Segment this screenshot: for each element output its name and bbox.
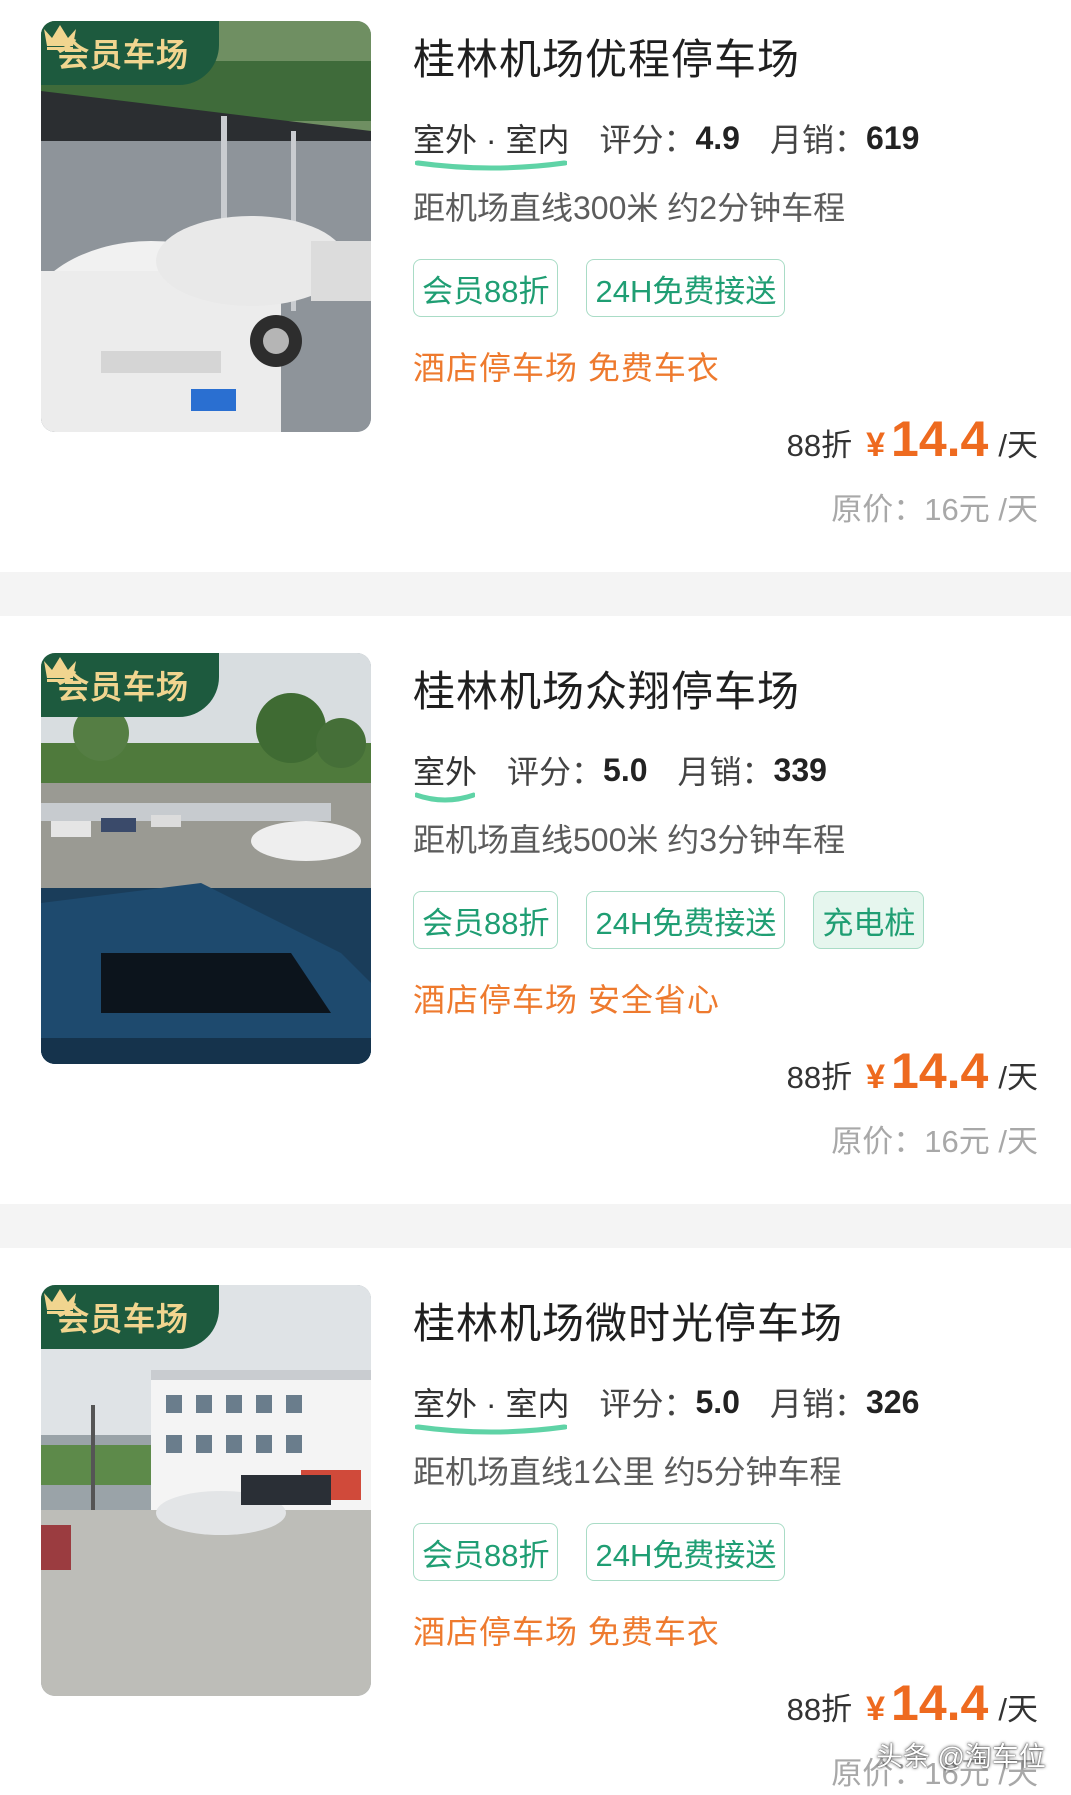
- rating-label: 评分：: [599, 1386, 696, 1422]
- price-value: 14.4: [891, 1675, 989, 1731]
- price-value: 14.4: [891, 411, 989, 467]
- parking-type-underline: [415, 160, 568, 171]
- rating-value: 5.0: [603, 751, 648, 788]
- card-divider: [0, 1204, 1071, 1248]
- card-divider: [0, 572, 1071, 616]
- rating-label: 评分：: [599, 122, 696, 158]
- price-unit: /天: [998, 1060, 1038, 1095]
- lot-meta: 室外 评分： 5.0 月销： 339: [413, 747, 857, 803]
- distance-text: 距机场直线300米 约2分钟车程: [413, 190, 846, 226]
- monthly-sales-label: 月销：: [677, 754, 774, 790]
- price-unit: /天: [998, 428, 1038, 463]
- original-price: 原价：16元 /天: [831, 492, 1038, 527]
- lot-title[interactable]: 桂林机场微时光停车场: [413, 1290, 843, 1351]
- price-unit: /天: [998, 1692, 1038, 1727]
- tag-charging-station: 充电桩: [813, 891, 925, 949]
- parking-type: 室外: [413, 747, 478, 803]
- crown-icon: [44, 25, 76, 50]
- parking-lot-card[interactable]: 会员车场 桂林机场众翔停车场 室外 评分： 5.0 月销： 339 距机场直线5…: [0, 632, 1071, 1204]
- parking-lot-card[interactable]: 会员车场 桂林机场优程停车场 室外 · 室内 评分： 4.9 月销： 619 距…: [0, 0, 1071, 572]
- price-value: 14.4: [891, 1043, 989, 1099]
- rating-value: 4.9: [695, 119, 740, 156]
- parking-type: 室外 · 室内: [413, 1379, 570, 1435]
- rating-label: 评分：: [507, 754, 604, 790]
- parking-type-underline: [415, 1424, 568, 1435]
- service-tags: 会员88折 24H免费接送 充电桩: [413, 891, 925, 949]
- crown-icon: [44, 1289, 76, 1314]
- member-lot-badge: 会员车场: [41, 1285, 220, 1349]
- tag-free-shuttle: 24H免费接送: [586, 1523, 786, 1581]
- monthly-sales-value: 619: [865, 119, 920, 156]
- parking-type-underline: [415, 792, 476, 803]
- service-tags: 会员88折 24H免费接送: [413, 259, 786, 317]
- discount-label: 88折: [786, 1060, 853, 1095]
- tag-member-discount: 会员88折: [413, 259, 559, 317]
- lot-photo[interactable]: 会员车场: [41, 1285, 371, 1696]
- monthly-sales-value: 339: [773, 751, 827, 788]
- price-row: 88折 ¥ 14.4 /天: [787, 1674, 1038, 1732]
- parking-type-label: 室外 · 室内: [413, 122, 570, 158]
- service-tags: 会员88折 24H免费接送: [413, 1523, 786, 1581]
- tag-free-shuttle: 24H免费接送: [586, 891, 786, 949]
- currency-symbol: ¥: [866, 426, 886, 464]
- lot-title[interactable]: 桂林机场众翔停车场: [413, 658, 800, 719]
- price-row: 88折 ¥ 14.4 /天: [787, 1042, 1038, 1100]
- original-price: 原价：16元 /天: [831, 1124, 1038, 1159]
- lot-photo[interactable]: 会员车场: [41, 21, 371, 432]
- crown-icon: [44, 657, 76, 682]
- member-lot-badge: 会员车场: [41, 653, 220, 717]
- price-row: 88折 ¥ 14.4 /天: [787, 410, 1038, 468]
- monthly-sales-label: 月销：: [769, 1386, 866, 1422]
- lot-photo[interactable]: 会员车场: [41, 653, 371, 1064]
- lot-meta: 室外 · 室内 评分： 4.9 月销： 619: [413, 115, 949, 171]
- currency-symbol: ¥: [866, 1690, 886, 1728]
- distance-text: 距机场直线500米 约3分钟车程: [413, 822, 846, 858]
- lot-title[interactable]: 桂林机场优程停车场: [413, 26, 800, 87]
- parking-lot-card[interactable]: 会员车场 桂林机场微时光停车场 室外 · 室内 评分： 5.0 月销： 326 …: [0, 1264, 1071, 1795]
- tag-free-shuttle: 24H免费接送: [586, 259, 786, 317]
- discount-label: 88折: [786, 428, 853, 463]
- monthly-sales-value: 326: [865, 1383, 920, 1420]
- watermark: 头条 @淘车位: [876, 1742, 1046, 1772]
- monthly-sales-label: 月销：: [769, 122, 866, 158]
- feature-text: 酒店停车场 免费车衣: [413, 1614, 720, 1650]
- lot-meta: 室外 · 室内 评分： 5.0 月销： 326: [413, 1379, 949, 1435]
- currency-symbol: ¥: [866, 1058, 886, 1096]
- feature-text: 酒店停车场 免费车衣: [413, 350, 720, 386]
- parking-type: 室外 · 室内: [413, 115, 570, 171]
- tag-member-discount: 会员88折: [413, 891, 559, 949]
- distance-text: 距机场直线1公里 约5分钟车程: [413, 1454, 842, 1490]
- rating-value: 5.0: [695, 1383, 740, 1420]
- feature-text: 酒店停车场 安全省心: [413, 982, 720, 1018]
- member-lot-badge: 会员车场: [41, 21, 220, 85]
- parking-type-label: 室外 · 室内: [413, 1386, 570, 1422]
- tag-member-discount: 会员88折: [413, 1523, 559, 1581]
- parking-type-label: 室外: [413, 754, 478, 790]
- discount-label: 88折: [786, 1692, 853, 1727]
